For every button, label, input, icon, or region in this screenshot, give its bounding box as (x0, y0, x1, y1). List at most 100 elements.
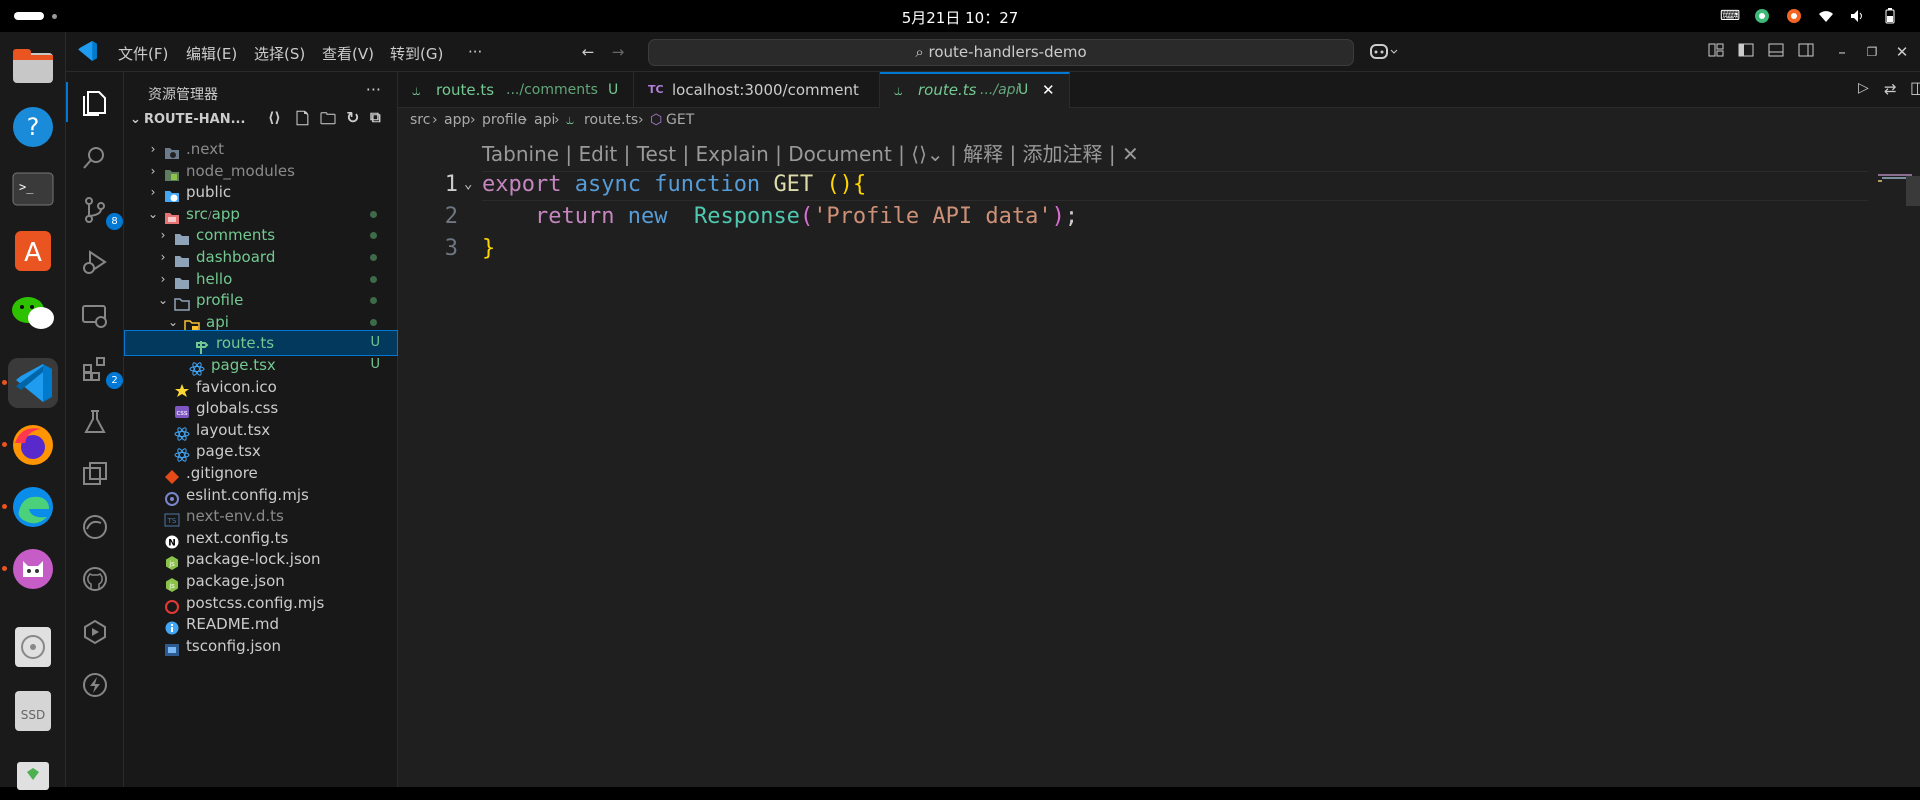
codelens-tabnine[interactable]: Tabnine | Edit | Test | Explain | Docume… (482, 138, 1139, 167)
command-center-search[interactable]: ⌕ route-handlers-demo (648, 39, 1354, 66)
tab-route-api[interactable]: ⥿ route.ts .../api U ✕ (880, 72, 1070, 108)
volume-icon[interactable] (1842, 6, 1874, 26)
new-folder-icon[interactable]: 🗀 (320, 108, 336, 135)
code-editor[interactable]: Tabnine | Edit | Test | Explain | Docume… (398, 132, 1868, 787)
search-icon[interactable] (78, 141, 112, 175)
tree-item-name: dashboard (196, 248, 276, 266)
tab-route-comments[interactable]: ⥿ route.ts .../comments U (398, 72, 634, 108)
breadcrumb-item[interactable]: src (410, 108, 430, 132)
extensions-icon[interactable]: 2 (78, 352, 123, 389)
scm-badge: 8 (106, 213, 123, 230)
source-control-icon[interactable]: 8 (78, 193, 123, 230)
folder-red-icon (164, 207, 180, 224)
thunder-client-icon[interactable] (78, 668, 112, 702)
function-name: GET (773, 172, 814, 197)
customize-layout-icon[interactable] (1706, 42, 1726, 62)
react-icon (174, 423, 190, 441)
code-line-2[interactable]: return new Response('Profile API data'); (482, 204, 1078, 229)
line-number: 3 (444, 236, 458, 261)
app-indicator-icon[interactable] (1746, 6, 1778, 26)
testing-icon[interactable] (78, 405, 112, 439)
run-icon[interactable]: ▷ (1858, 80, 1869, 96)
breadcrumb-separator: › (432, 112, 438, 128)
terminal-app-icon[interactable]: >_ (8, 164, 58, 214)
breadcrumb-item[interactable]: app (444, 108, 470, 132)
semicolon: ; (1064, 204, 1079, 229)
close-window-icon[interactable]: ✕ (1892, 42, 1912, 62)
minimize-icon[interactable]: – (1832, 42, 1852, 62)
explorer-more-actions-icon[interactable]: ··· (366, 80, 381, 99)
keyboard-icon[interactable]: ⌨ (1714, 6, 1746, 26)
help-app-icon[interactable]: ? (8, 102, 58, 152)
cat-indicator-icon[interactable] (1778, 6, 1810, 26)
breadcrumb-item[interactable]: GET (666, 108, 694, 132)
menu-go[interactable]: 转到(G) (390, 43, 443, 64)
files-app-icon[interactable] (8, 40, 58, 90)
deploy-icon[interactable] (78, 615, 112, 649)
refresh-icon[interactable]: ↻ (346, 108, 359, 127)
ts-icon: TS (164, 509, 180, 527)
scrollbar-thumb[interactable] (1906, 176, 1920, 206)
breadcrumb-item[interactable]: api (534, 108, 555, 132)
restore-icon[interactable]: ❐ (1862, 42, 1882, 62)
tree-item[interactable]: tsconfig.json (124, 633, 398, 659)
run-debug-icon[interactable] (78, 245, 112, 279)
toggle-primary-sidebar-icon[interactable] (1736, 42, 1756, 62)
app-dock: ? >_ A SSD (0, 32, 66, 790)
tab-label: route.ts (436, 81, 495, 99)
compare-changes-icon[interactable]: ⇄ (1884, 80, 1897, 98)
tree-item-name: next.config.ts (186, 528, 289, 547)
tree-item-name: comments (196, 226, 276, 245)
active-indicator (66, 82, 68, 122)
fold-chevron-icon[interactable]: ⌄ (464, 176, 472, 192)
remote-explorer-icon[interactable] (78, 299, 112, 333)
forward-arrow-icon[interactable]: → (608, 42, 628, 62)
cat-app-icon[interactable] (2, 544, 58, 594)
breadcrumb-separator: › (638, 112, 644, 128)
codelens-actions[interactable]: Tabnine | Edit | Test | Explain | Docume… (482, 142, 1116, 166)
vscode-app-icon[interactable] (2, 358, 58, 408)
toggle-panel-icon[interactable] (1766, 42, 1786, 62)
firefox-app-icon[interactable] (2, 420, 58, 470)
menu-file[interactable]: 文件(F) (118, 43, 168, 64)
node-icon: js (164, 552, 180, 571)
menu-edit[interactable]: 编辑(E) (186, 43, 237, 64)
copilot-icon[interactable] (1368, 42, 1402, 62)
system-clock[interactable]: 5月21日 10：27 (0, 7, 1920, 28)
back-arrow-icon[interactable]: ← (578, 42, 598, 62)
ssd-drive-icon[interactable]: SSD (8, 686, 58, 736)
wifi-icon[interactable] (1810, 6, 1842, 26)
workspace-root-header[interactable]: ⌄ ROUTE-HAN... ⟨⟩ 🗋 🗀 ↻ ⧉ (124, 108, 398, 134)
menu-view[interactable]: 查看(V) (322, 43, 374, 64)
chevron-down-icon: ⌄ (130, 112, 141, 127)
trash-app-icon[interactable] (8, 750, 58, 800)
menu-more[interactable]: ··· (468, 43, 482, 61)
open-in-tabnine-icon[interactable]: ⟨⟩ (268, 110, 281, 126)
breadcrumb-item[interactable]: route.ts (584, 108, 638, 132)
tree-item-name: README.md (186, 615, 280, 634)
app-center-icon[interactable]: A (8, 226, 58, 276)
split-editor-icon[interactable]: ◫ (1910, 78, 1920, 97)
collapse-all-icon[interactable]: ⧉ (370, 108, 381, 126)
menu-selection[interactable]: 选择(S) (254, 43, 305, 64)
breadcrumb-item[interactable]: profile (482, 108, 526, 132)
wechat-app-icon[interactable] (8, 288, 58, 338)
tsconfig-icon (164, 639, 180, 656)
code-line-1[interactable]: export async function GET (){ (482, 172, 866, 197)
search-icon: ⌕ (915, 43, 929, 61)
code-line-3[interactable]: } (482, 236, 495, 261)
toggle-secondary-sidebar-icon[interactable] (1796, 42, 1816, 62)
new-file-icon[interactable]: 🗋 (296, 108, 309, 135)
tab-localhost-comment[interactable]: TC localhost:3000/comment (634, 72, 880, 108)
close-codelens-icon[interactable]: ✕ (1122, 142, 1139, 166)
running-indicator (2, 442, 7, 447)
containers-icon[interactable] (78, 457, 112, 491)
explorer-icon[interactable] (78, 85, 112, 119)
github-icon[interactable] (78, 562, 112, 596)
edge-app-icon[interactable] (2, 482, 58, 532)
close-tab-icon[interactable]: ✕ (1042, 74, 1055, 106)
battery-icon[interactable] (1874, 6, 1906, 26)
disc-app-icon[interactable] (8, 622, 58, 672)
edge-devtools-icon[interactable] (78, 510, 112, 544)
minimap[interactable] (1876, 132, 1920, 787)
